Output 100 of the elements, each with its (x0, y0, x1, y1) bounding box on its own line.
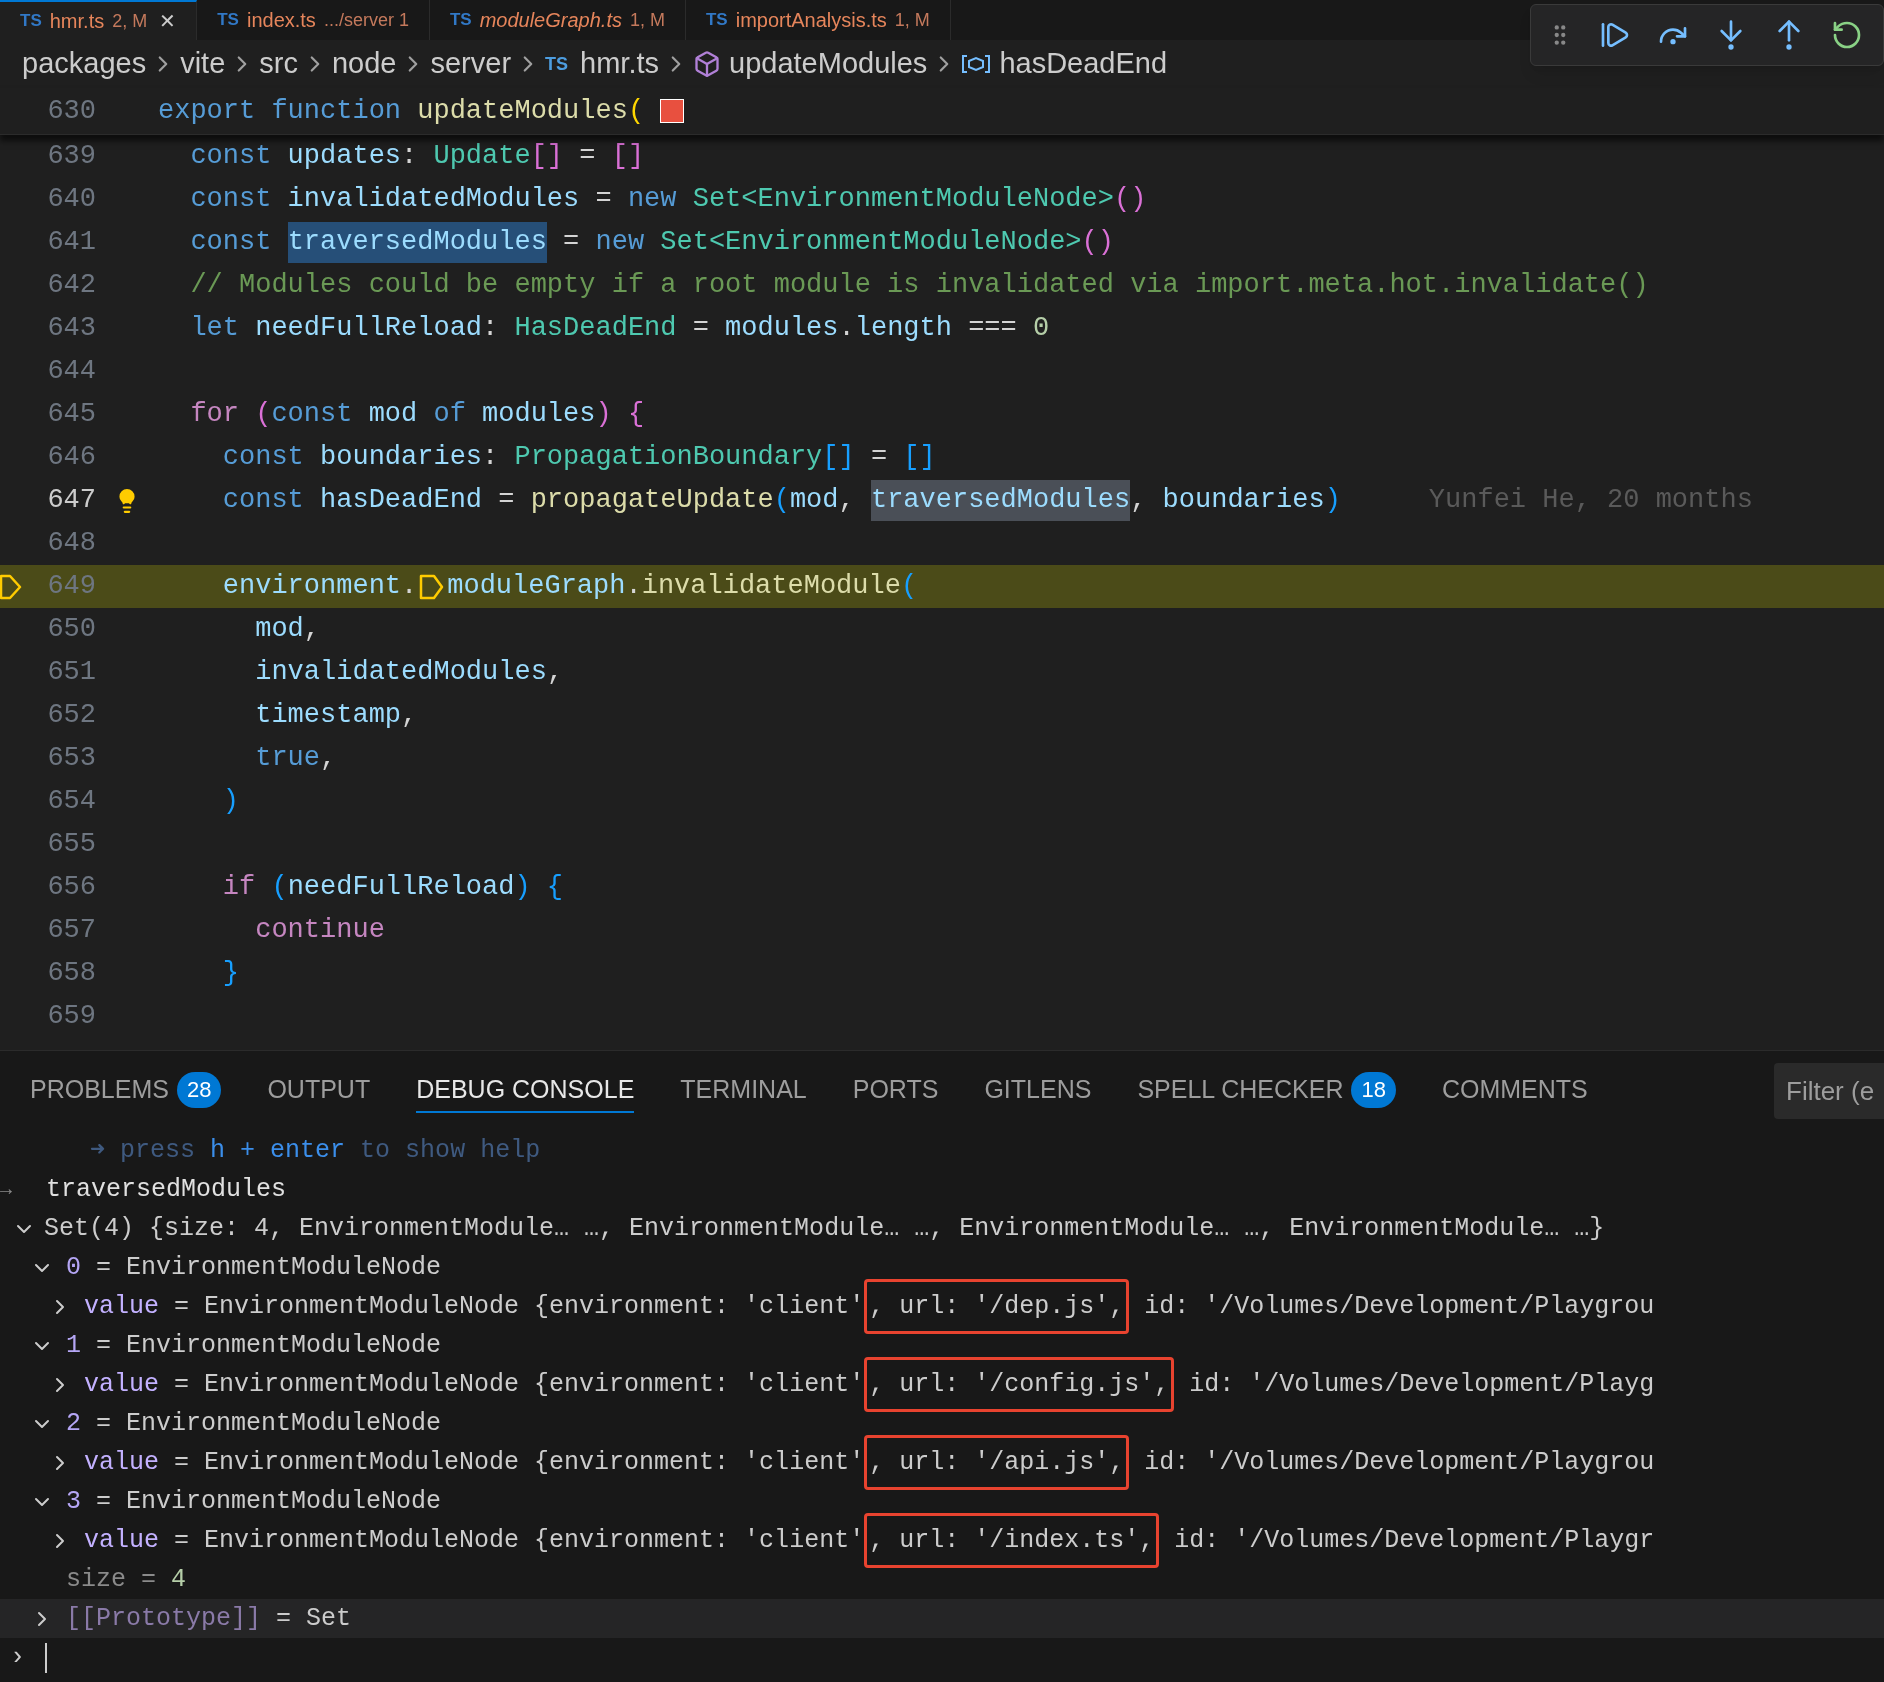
breadcrumb-item[interactable]: hasDeadEnd (999, 42, 1168, 86)
code-token: HasDeadEnd (513, 312, 677, 346)
property-value: EnvironmentModuleNode (126, 1407, 442, 1440)
code-token: const (271, 398, 353, 432)
code-token: if (221, 871, 256, 905)
tab-detail: 1, M (894, 8, 930, 32)
code-token: mod (789, 484, 839, 518)
code-token: export (158, 94, 256, 128)
code-token: = (578, 140, 597, 174)
prompt-icon: › (10, 1638, 25, 1677)
highlighted-text: traversedModules (870, 480, 1131, 521)
code-token: [] (611, 140, 645, 174)
code-token: PropagationBoundary (513, 441, 823, 475)
annotation-outline: , url: '/config.js', (864, 1356, 1175, 1413)
editor-tab[interactable]: TS hmr.ts 2, M ✕ (0, 0, 198, 40)
line-number: 655 (46, 828, 96, 862)
panel-tab[interactable]: SPELL CHECKER 18 (1137, 1069, 1396, 1113)
code-token: environment (221, 570, 402, 604)
panel-tab[interactable]: COMMENTS (1441, 1069, 1588, 1113)
equals-sign: = (141, 1563, 157, 1596)
breadcrumb-item[interactable]: server (430, 42, 512, 86)
breadcrumb-item[interactable]: vite (180, 42, 226, 86)
property-key: value (84, 1443, 159, 1482)
code-token: : (482, 441, 499, 475)
filter-field[interactable]: Filter (e (1774, 1063, 1884, 1119)
line-number: 653 (46, 742, 96, 776)
restart-icon[interactable] (1831, 19, 1863, 51)
code-token: : (401, 140, 418, 174)
line-number: 640 (46, 183, 96, 217)
code-token: Update (432, 140, 531, 174)
code-token: for (189, 398, 239, 432)
console-output: h + enter (210, 1134, 346, 1167)
panel-tab[interactable]: OUTPUT (267, 1069, 371, 1113)
equals-sign: = (96, 1251, 112, 1284)
tab-filename: moduleGraph.ts (479, 8, 622, 33)
code-token: = (594, 183, 613, 217)
annotation-outline: , url: '/dep.js', (864, 1278, 1130, 1335)
code-token: boundaries (319, 441, 483, 475)
code-token: propagateUpdate (530, 484, 774, 518)
breadcrumb-item[interactable]: packages (22, 42, 147, 86)
property-key: value (84, 1365, 159, 1404)
code-token: ( (900, 570, 918, 604)
code-token: mod (367, 398, 418, 432)
property-value: EnvironmentModuleNode {environment: 'client' (204, 1446, 865, 1479)
code-token: , (838, 484, 856, 518)
breadcrumb-item[interactable]: updateModules (729, 42, 928, 86)
annotation-outline: , url: '/api.js', (864, 1434, 1130, 1491)
code-token: { (545, 871, 564, 905)
code-token: timestamp (254, 699, 402, 733)
line-number: 644 (46, 355, 96, 389)
code-comment: // Modules could be empty if a root module is invalidated via import.meta.hot.invalidate() (189, 269, 1649, 303)
tab-filename: importAnalysis.ts (735, 8, 887, 33)
line-number: 645 (46, 398, 96, 432)
property-value: EnvironmentModuleNode (126, 1329, 442, 1362)
code-token: . (401, 570, 418, 604)
line-number: 646 (46, 441, 96, 475)
code-token: = (691, 312, 710, 346)
code-token: ) (595, 398, 612, 432)
code-token: , (303, 613, 321, 647)
panel-tab[interactable]: PORTS (852, 1069, 939, 1113)
code-token: needFullReload (254, 312, 483, 346)
code-token: , (320, 742, 337, 776)
equals-sign: = (96, 1329, 112, 1362)
cube-icon (693, 50, 722, 78)
line-number: 652 (46, 699, 96, 733)
panel-tab[interactable]: PROBLEMS 28 (30, 1069, 222, 1113)
square-marker-icon (660, 99, 685, 123)
code-token: let (189, 312, 239, 346)
property-value: id: '/Volumes/Development/Playg (1188, 1368, 1655, 1401)
current-line-arrow-icon (0, 572, 22, 601)
typescript-file-icon: TS (217, 7, 239, 33)
line-number: 647 (46, 484, 96, 518)
code-token: ) (514, 871, 531, 905)
breadcrumb-item[interactable]: node (331, 42, 397, 86)
equals-sign: = (96, 1407, 112, 1440)
panel-tab[interactable]: TERMINAL (680, 1069, 807, 1113)
equals-sign: = (174, 1446, 190, 1479)
console-output: to show help (359, 1134, 541, 1167)
property-value: EnvironmentModuleNode (126, 1485, 442, 1518)
code-token: const (189, 140, 272, 174)
count-badge: 18 (1351, 1072, 1396, 1108)
panel-tab[interactable]: GITLENS (984, 1069, 1092, 1113)
property-value: id: '/Volumes/Development/Playgrou (1143, 1290, 1655, 1323)
equals-sign: = (276, 1602, 292, 1635)
breadcrumb-item[interactable]: src (259, 42, 298, 86)
line-number: 656 (46, 871, 96, 905)
close-icon[interactable]: ✕ (159, 6, 177, 36)
property-key: [[Prototype]] (66, 1599, 262, 1638)
code-token: const (221, 441, 304, 475)
code-token: , (1130, 484, 1147, 518)
breadcrumb-item[interactable]: hmr.ts (580, 42, 660, 86)
annotation-outline: , url: '/index.ts', (864, 1512, 1160, 1569)
property-value: 4 (171, 1563, 187, 1596)
code-token: function (270, 94, 402, 128)
typescript-file-icon: TS (705, 7, 728, 33)
property-value: EnvironmentModuleNode {environment: 'client' (204, 1368, 865, 1401)
code-token: } (221, 957, 239, 991)
property-value: EnvironmentModuleNode {environment: 'client' (204, 1524, 865, 1557)
line-number: 641 (46, 226, 96, 260)
panel-tab[interactable]: DEBUG CONSOLE (416, 1069, 635, 1113)
